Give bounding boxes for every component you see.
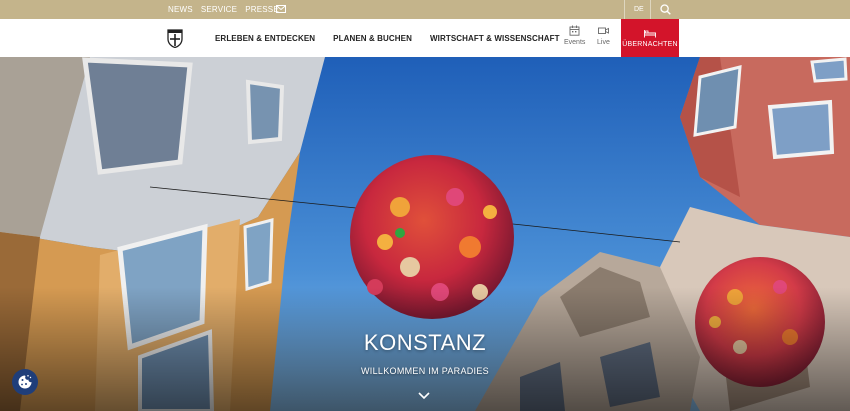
search-icon[interactable]	[660, 4, 671, 15]
utility-link-news[interactable]: NEWS	[168, 5, 193, 14]
primary-menu: ERLEBEN & ENTDECKEN PLANEN & BUCHEN WIRT…	[215, 19, 578, 57]
events-link[interactable]: Events	[564, 25, 585, 46]
hero-subtitle: WILLKOMMEN IM PARADIES	[361, 366, 489, 376]
nav-item-erleben[interactable]: ERLEBEN & ENTDECKEN	[215, 34, 315, 43]
events-label: Events	[564, 39, 586, 46]
bed-icon	[644, 29, 656, 37]
hero-title: KONSTANZ	[363, 330, 487, 355]
utility-links: NEWS SERVICE PRESSE	[168, 0, 279, 19]
mail-icon[interactable]	[276, 5, 286, 13]
konstanz-crest-icon[interactable]	[167, 29, 183, 48]
main-navigation: ERLEBEN & ENTDECKEN PLANEN & BUCHEN WIRT…	[0, 19, 850, 57]
book-label: ÜBERNACHTEN	[622, 40, 678, 48]
divider	[624, 0, 625, 19]
hero-image	[0, 57, 850, 411]
chevron-down-icon[interactable]	[417, 391, 431, 401]
book-accommodation-button[interactable]: ÜBERNACHTEN	[621, 19, 679, 57]
video-camera-icon	[597, 27, 609, 34]
utility-link-presse[interactable]: PRESSE	[245, 5, 279, 14]
cookie-icon	[18, 375, 32, 389]
divider	[650, 0, 651, 19]
live-label: Live	[597, 39, 610, 46]
live-link[interactable]: Live	[597, 25, 610, 46]
nav-item-planen[interactable]: PLANEN & BUCHEN	[333, 34, 412, 43]
hero-section: KONSTANZ WILLKOMMEN IM PARADIES	[0, 57, 850, 411]
calendar-icon	[569, 25, 580, 36]
utility-link-service[interactable]: SERVICE	[201, 5, 237, 14]
nav-item-wirtschaft[interactable]: WIRTSCHAFT & WISSENSCHAFT	[430, 34, 560, 43]
top-utility-bar: NEWS SERVICE PRESSE DE	[0, 0, 850, 19]
language-switch[interactable]: DE	[634, 0, 644, 19]
cookie-settings-button[interactable]	[12, 369, 38, 395]
